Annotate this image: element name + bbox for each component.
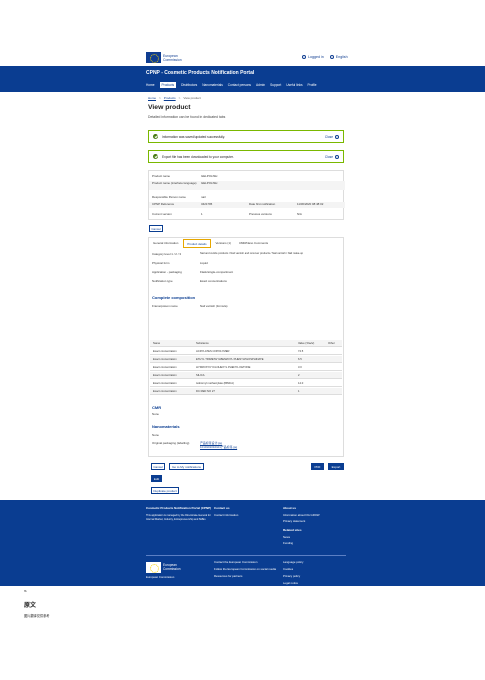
table-row: Exact concentration isobornyl methacryla… <box>150 380 342 387</box>
footer-portal-title: Cosmetic Products Notification Portal (C… <box>146 506 212 510</box>
table-row: Exact concentration ETHYL TRIMETHYLBENZO… <box>150 356 342 363</box>
tab-general-information[interactable]: General information <box>150 239 181 248</box>
eu-flag-icon <box>146 562 161 573</box>
main-menu: Home Products Distributors Nanomaterials… <box>146 82 317 88</box>
nanomaterials-heading: Nanomaterials <box>152 424 180 429</box>
pdf-button[interactable]: PDF <box>311 463 324 470</box>
cmr-heading: CMR <box>152 405 162 410</box>
header-actions: Logged in English <box>302 55 348 59</box>
close-icon <box>335 134 339 139</box>
footer-link[interactable]: Legal notice <box>283 581 343 585</box>
table-row: Exact concentration HYDROXYCYCLOHEXYL PH… <box>150 364 342 371</box>
footer-divider <box>146 555 346 556</box>
menu-products[interactable]: Products <box>159 82 177 88</box>
breadcrumb-current: View product <box>183 96 201 100</box>
edit-button[interactable]: Edit <box>151 475 162 482</box>
go-to-notifications-button[interactable]: Go to My notifications <box>169 463 204 470</box>
breadcrumb-home[interactable]: Home <box>148 96 156 100</box>
section-heading: 原文 <box>24 603 37 609</box>
logo-text-line2: Commission <box>163 57 182 62</box>
footer-col-about: About us Information about DG GROW Priva… <box>283 506 345 545</box>
user-icon <box>302 55 306 59</box>
portal-title: CPNP - Cosmetic Products Notification Po… <box>146 70 255 76</box>
page-title: View product <box>148 104 191 111</box>
tab-versions[interactable]: Versions (1) <box>213 239 234 248</box>
footer-link[interactable]: News <box>283 535 345 539</box>
success-notice: Information was saved/updated successful… <box>148 130 344 143</box>
export-notice: Export file has been downloaded to your … <box>148 150 344 163</box>
globe-icon <box>329 55 334 59</box>
cancel-button[interactable]: Cancel <box>149 225 163 232</box>
footer-portal-text: This application is managed by the Direc… <box>146 514 211 521</box>
footer-col-about-portal: Cosmetic Products Notification Portal (C… <box>146 506 216 521</box>
close-icon <box>335 154 339 159</box>
footer-legal-links: Language policy Cookies Privacy policy L… <box>283 560 343 585</box>
menu-useful-links[interactable]: Useful links <box>286 83 302 87</box>
menu-admin[interactable]: Admin <box>256 83 265 87</box>
breadcrumb: Home > Products > View product <box>148 96 201 100</box>
login-link[interactable]: Logged in <box>302 55 324 59</box>
footer-link[interactable]: Cookies <box>283 567 343 571</box>
check-icon <box>153 154 158 159</box>
complete-composition-heading: Complete composition <box>152 295 196 300</box>
menu-home[interactable]: Home <box>146 83 155 87</box>
page: European Commission Logged in English CP… <box>0 0 485 680</box>
footer-link[interactable]: Funding <box>283 541 345 545</box>
summary-row: Product name (interface language) GELPOL… <box>149 181 345 190</box>
menu-distributors[interactable]: Distributors <box>181 83 197 87</box>
footer-ec-logo[interactable]: European Commission <box>146 562 181 573</box>
notice-close-button[interactable]: Close <box>325 134 339 139</box>
section-note: 图片翻译仅供参考 <box>24 614 50 618</box>
menu-support[interactable]: Support <box>270 83 281 87</box>
tab-product-details[interactable]: Product details <box>183 239 211 248</box>
footer-link[interactable]: Resources for partners <box>214 574 280 578</box>
language-link[interactable]: English <box>329 55 348 59</box>
file-link[interactable]: 1010101010101产品标签.jpg <box>200 445 340 449</box>
table-row: Exact concentration SILICA 2 <box>150 372 342 379</box>
table-row: Exact concentration DC RED NO 27 1 <box>150 388 342 395</box>
table-row: Exact concentration ACRYLATES COPOLYMER … <box>150 348 342 355</box>
footer-ec-links: Contact the European Commission Follow t… <box>214 560 280 578</box>
caption: fb <box>24 589 27 593</box>
cancel-bottom-button[interactable]: Cancel <box>151 463 165 470</box>
product-summary: Product name GELPOLISH Product name (int… <box>148 170 345 220</box>
footer-link[interactable]: Privacy statement <box>283 519 345 523</box>
footer-link[interactable]: Information about DG GROW <box>283 513 345 517</box>
footer-ec-label: European Commission <box>146 575 175 579</box>
duplicate-product-button[interactable]: Duplicate product <box>151 487 179 494</box>
menu-contact-persons[interactable]: Contact persons <box>228 83 251 87</box>
tab-cmr-nano-comments[interactable]: CMR/Nano Comments <box>236 239 271 248</box>
check-icon <box>153 134 158 139</box>
footer-link[interactable]: Follow the European Commission on social… <box>214 567 280 571</box>
footer-col-contact: Contact us Contact information <box>214 506 274 517</box>
footer-link[interactable]: Contact the European Commission <box>214 560 280 564</box>
ec-logo[interactable]: European Commission <box>146 51 196 64</box>
summary-row: CPNP Reference 3421795 Date first notifi… <box>149 202 345 208</box>
product-tabs: General information Product details Vers… <box>150 239 271 248</box>
table-header: Name Substance Value (%w/w) Other <box>150 340 342 347</box>
menu-profile[interactable]: Profile <box>308 83 317 87</box>
menu-nanomaterials[interactable]: Nanomaterials <box>202 83 223 87</box>
breadcrumb-products[interactable]: Products <box>164 96 176 100</box>
page-subtitle: Detailed information can be found in ded… <box>148 115 226 119</box>
footer-link[interactable]: Language policy <box>283 560 343 564</box>
footer-link[interactable]: Privacy policy <box>283 574 343 578</box>
notice-close-button[interactable]: Close <box>325 154 339 159</box>
footer-contact-link[interactable]: Contact information <box>214 513 274 517</box>
eu-flag-icon <box>146 52 161 63</box>
export-button[interactable]: Export <box>328 463 344 470</box>
